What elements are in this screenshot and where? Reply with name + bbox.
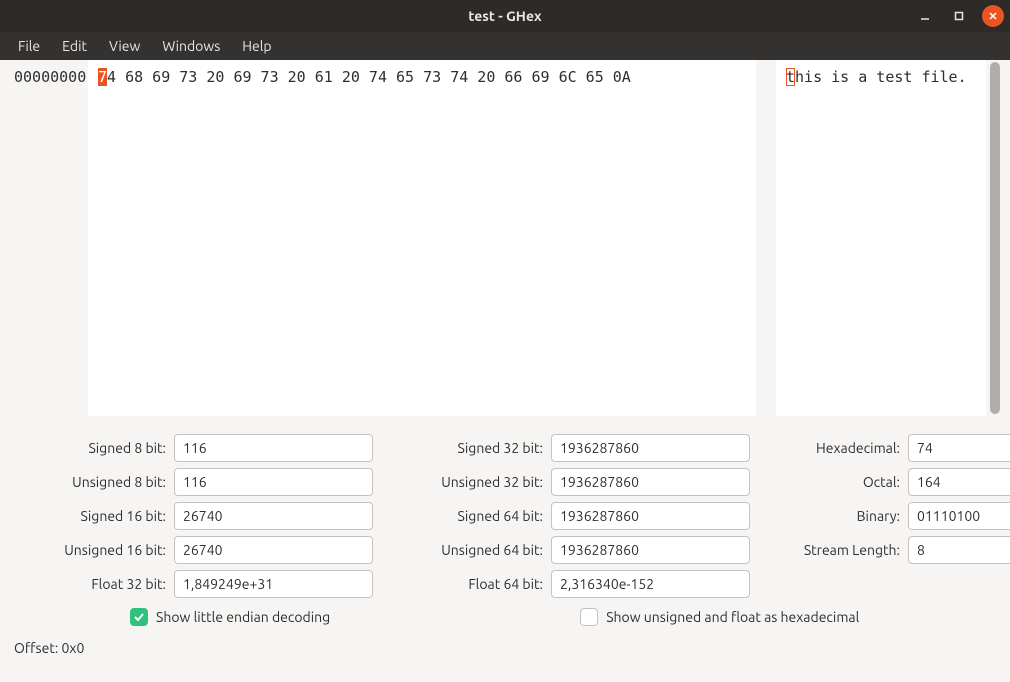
unsigned32-label: Unsigned 32 bit: xyxy=(383,474,543,490)
signed32-label: Signed 32 bit: xyxy=(383,440,543,456)
menu-view[interactable]: View xyxy=(99,35,150,57)
vertical-scrollbar[interactable] xyxy=(988,60,1002,416)
float32-label: Float 32 bit: xyxy=(16,576,166,592)
hex-cursor-nibble[interactable]: 7 xyxy=(98,68,107,86)
statusbar: Offset: 0x0 xyxy=(0,626,1010,656)
float32-input[interactable] xyxy=(174,570,373,598)
hexadecimal-label: Hexadecimal: xyxy=(760,440,900,456)
menubar: File Edit View Windows Help xyxy=(0,32,1010,60)
unsigned16-label: Unsigned 16 bit: xyxy=(16,542,166,558)
binary-input[interactable] xyxy=(908,502,1010,530)
unsigned64-label: Unsigned 64 bit: xyxy=(383,542,543,558)
unsigned-hex-checkbox[interactable]: Show unsigned and float as hexadecimal xyxy=(580,608,859,626)
signed8-input[interactable] xyxy=(174,434,373,462)
unsigned8-label: Unsigned 8 bit: xyxy=(16,474,166,490)
hexadecimal-input[interactable] xyxy=(908,434,1010,462)
offset-status: Offset: 0x0 xyxy=(14,640,84,656)
stream-length-input[interactable] xyxy=(908,536,1010,564)
type-conversion-panel: Signed 8 bit: Unsigned 8 bit: Signed 16 … xyxy=(0,416,1010,598)
signed64-input[interactable] xyxy=(551,502,750,530)
menu-windows[interactable]: Windows xyxy=(152,35,230,57)
hex-pane[interactable]: 74 68 69 73 20 69 73 20 61 20 74 65 73 7… xyxy=(88,60,756,416)
ascii-pane[interactable]: this is a test file. xyxy=(776,60,986,416)
stream-length-stepper: − + xyxy=(908,536,1010,564)
offset-value: 00000000 xyxy=(14,68,86,86)
stream-length-label: Stream Length: xyxy=(760,542,900,558)
hex-bytes[interactable]: 4 68 69 73 20 69 73 20 61 20 74 65 73 74… xyxy=(107,68,631,86)
menu-edit[interactable]: Edit xyxy=(52,35,97,57)
signed8-label: Signed 8 bit: xyxy=(16,440,166,456)
check-icon xyxy=(580,608,598,626)
menu-file[interactable]: File xyxy=(8,35,50,57)
unsigned16-input[interactable] xyxy=(174,536,373,564)
unsigned32-input[interactable] xyxy=(551,468,750,496)
offset-column: 00000000 xyxy=(8,60,88,416)
signed32-input[interactable] xyxy=(551,434,750,462)
menu-help[interactable]: Help xyxy=(232,35,281,57)
octal-label: Octal: xyxy=(760,474,900,490)
ascii-text[interactable]: his is a test file. xyxy=(795,68,967,86)
close-button[interactable] xyxy=(982,5,1004,27)
unsigned64-input[interactable] xyxy=(551,536,750,564)
octal-input[interactable] xyxy=(908,468,1010,496)
pane-divider xyxy=(756,60,776,416)
scrollbar-thumb[interactable] xyxy=(990,62,1000,414)
maximize-button[interactable] xyxy=(948,5,970,27)
options-row: Show little endian decoding Show unsigne… xyxy=(0,598,1010,626)
signed64-label: Signed 64 bit: xyxy=(383,508,543,524)
little-endian-label: Show little endian decoding xyxy=(156,609,330,625)
signed16-label: Signed 16 bit: xyxy=(16,508,166,524)
minimize-button[interactable] xyxy=(914,5,936,27)
editor-area: 00000000 74 68 69 73 20 69 73 20 61 20 7… xyxy=(0,60,1010,416)
signed16-input[interactable] xyxy=(174,502,373,530)
check-icon xyxy=(130,608,148,626)
ascii-cursor-char[interactable]: t xyxy=(786,68,795,86)
binary-label: Binary: xyxy=(760,508,900,524)
float64-input[interactable] xyxy=(551,570,750,598)
window-title: test - GHex xyxy=(468,8,541,24)
window-controls xyxy=(914,5,1004,27)
unsigned-hex-label: Show unsigned and float as hexadecimal xyxy=(606,609,859,625)
little-endian-checkbox[interactable]: Show little endian decoding xyxy=(130,608,330,626)
float64-label: Float 64 bit: xyxy=(383,576,543,592)
unsigned8-input[interactable] xyxy=(174,468,373,496)
titlebar: test - GHex xyxy=(0,0,1010,32)
